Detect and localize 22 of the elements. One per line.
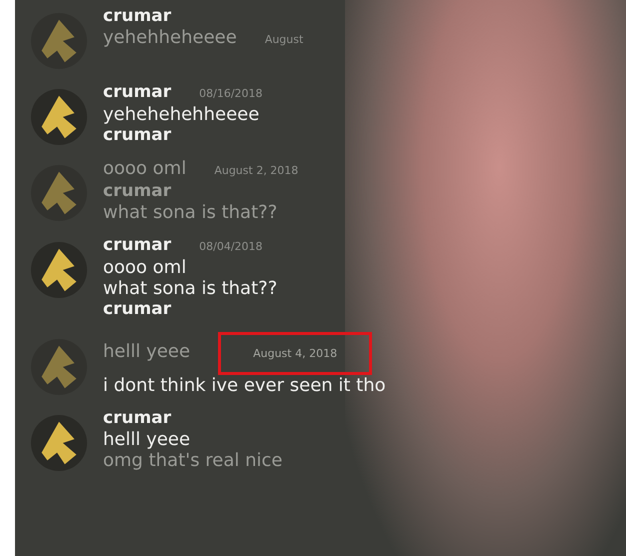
username: crumar — [103, 125, 172, 146]
message-text: oooo oml — [103, 158, 186, 179]
message-text: yehehheheeee — [103, 27, 237, 48]
message-text: yehehehehheeee — [103, 104, 260, 125]
message-text: what sona is that?? — [103, 278, 278, 299]
message-text: helll yeee — [103, 429, 190, 450]
timestamp: August 4, 2018 — [218, 332, 372, 375]
message-text: i dont think ive ever seen it tho — [103, 375, 386, 396]
username: crumar — [103, 82, 172, 103]
message-text: helll yeee — [103, 341, 190, 362]
username: crumar — [103, 181, 172, 202]
username: crumar — [103, 235, 172, 256]
message-text: oooo oml — [103, 257, 186, 278]
timestamp: 08/04/2018 — [199, 239, 263, 255]
timestamp: 08/16/2018 — [199, 86, 263, 102]
username: crumar — [103, 408, 172, 429]
username: crumar — [103, 299, 172, 320]
timestamp: August — [264, 32, 304, 48]
message-text: omg that's real nice — [103, 450, 283, 471]
username: crumar — [103, 6, 172, 27]
timestamp: August 2, 2018 — [214, 163, 298, 179]
message-text: what sona is that?? — [103, 202, 278, 223]
